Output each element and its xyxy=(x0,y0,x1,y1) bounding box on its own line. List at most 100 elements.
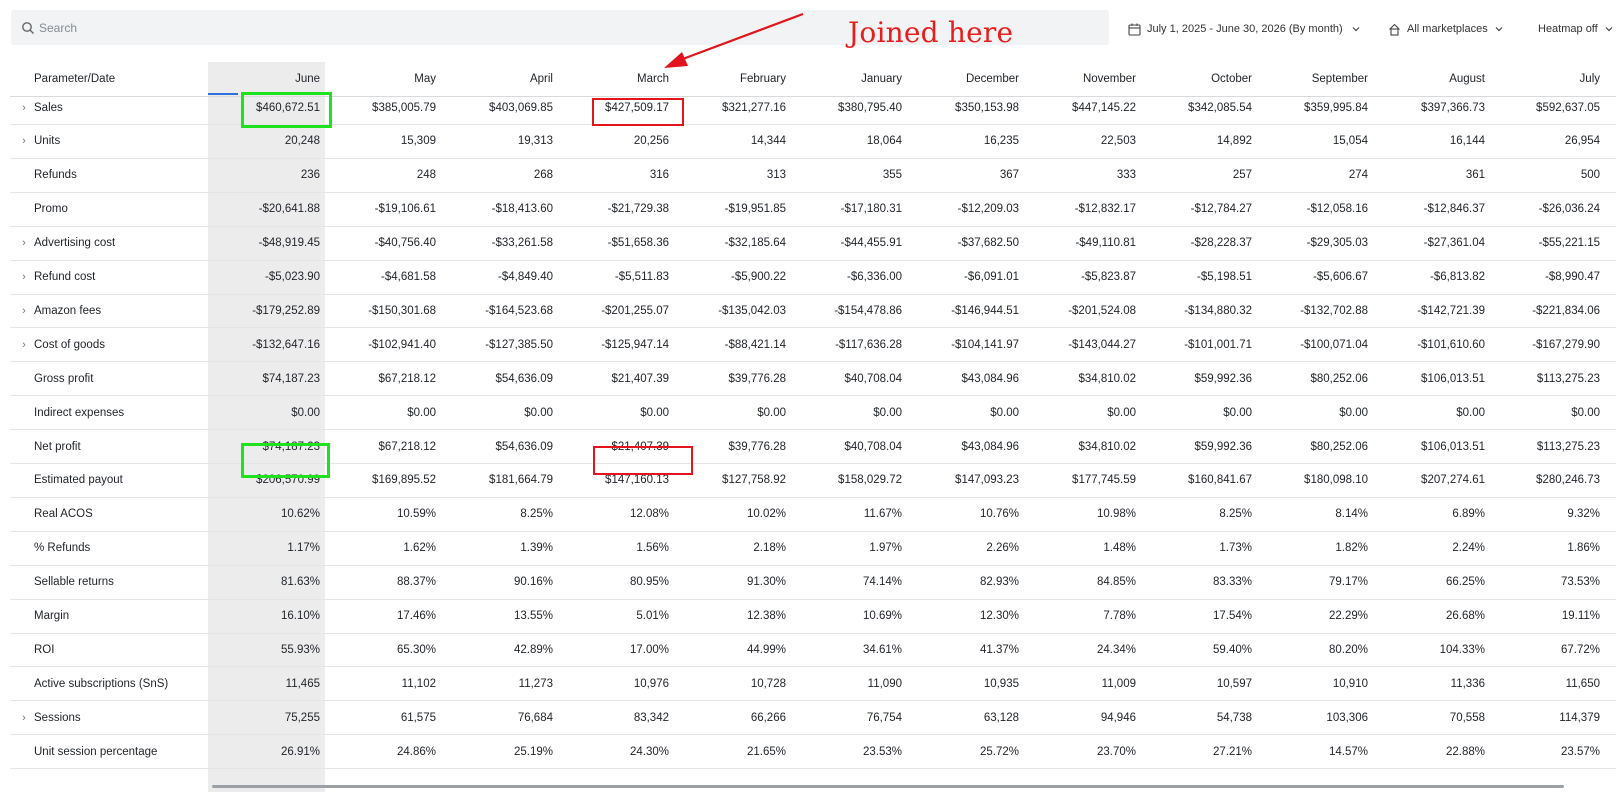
table-cell: $54,636.09 xyxy=(495,440,553,453)
table-cell: $113,275.23 xyxy=(1536,440,1600,453)
table-row: ›Active subscriptions (SnS) 11,465 11,102 1… xyxy=(10,667,1616,702)
table-row[interactable]: › Units 20,248 15,309 19,313 20,256 14,344 18,0… xyxy=(10,125,1616,159)
table-cell: 74.14% xyxy=(862,576,902,589)
table-cell: 19.11% xyxy=(1561,610,1600,622)
table-row[interactable]: › Refund cost -$5,023.90 -$4,681.58 -$4,849.… xyxy=(10,261,1616,295)
row-label-cell: ›Real ACOS xyxy=(10,498,200,531)
table-cell: 65.30% xyxy=(396,643,436,656)
table-cell: 10,597 xyxy=(1216,677,1252,690)
table-cell: -$101,001.71 xyxy=(1184,338,1252,351)
table-cell: 316 xyxy=(649,169,669,182)
table-cell: 82.93% xyxy=(979,576,1019,589)
table-cell: 61,575 xyxy=(400,711,436,724)
chevron-right-icon[interactable]: › xyxy=(18,135,30,147)
table-row[interactable]: › Amazon fees -$179,252.89 -$150,301.68 -$16… xyxy=(10,294,1616,329)
search-placeholder: Search xyxy=(39,20,78,35)
table-cell: $74,187.23 xyxy=(262,440,320,453)
table-cell: 274 xyxy=(1348,169,1368,182)
marketplace-filter[interactable]: All marketplaces xyxy=(1388,17,1504,41)
table-cell: $160,841.67 xyxy=(1188,474,1252,487)
table-cell: 14,344 xyxy=(750,135,786,148)
table-cell: 268 xyxy=(533,169,553,182)
table-cell: $39,776.28 xyxy=(728,372,786,385)
table-cell: 75,255 xyxy=(284,711,320,724)
row-label: Promo xyxy=(34,203,68,216)
table-cell: $321,277.16 xyxy=(722,101,786,114)
marketplace-label: All marketplaces xyxy=(1407,23,1488,35)
annotation-text: Joined here xyxy=(848,16,1014,49)
chevron-right-icon[interactable]: › xyxy=(18,305,30,317)
table-cell: 10,910 xyxy=(1332,677,1368,690)
chevron-right-icon[interactable]: › xyxy=(18,712,30,724)
date-range-filter[interactable]: July 1, 2025 - June 30, 2026 (By month) xyxy=(1128,17,1361,41)
table-cell: $0.00 xyxy=(640,406,669,419)
table-cell: 11,465 xyxy=(285,677,320,690)
row-label: Sales xyxy=(34,101,63,114)
table-cell: -$143,044.27 xyxy=(1068,338,1136,351)
table-cell: 24.30% xyxy=(629,745,669,758)
table-cell: 1.82% xyxy=(1335,542,1368,555)
table-cell: $0.00 xyxy=(407,406,436,419)
row-label-cell[interactable]: › Amazon fees xyxy=(10,294,200,327)
table-cell: $397,366.73 xyxy=(1421,101,1485,114)
table-cell: 14.57% xyxy=(1328,745,1368,758)
row-label: Amazon fees xyxy=(34,304,102,317)
table-cell: 355 xyxy=(882,169,902,182)
table-row: ›Indirect expenses $0.00 $0.00 $0.00 $0.00 $0… xyxy=(10,396,1616,431)
row-label-cell[interactable]: › Refund cost xyxy=(10,261,200,294)
table-cell: $181,664.79 xyxy=(489,474,553,487)
table-cell: $0.00 xyxy=(990,406,1019,419)
heatmap-toggle[interactable]: Heatmap off xyxy=(1538,17,1614,41)
table-row[interactable]: › Advertising cost -$48,919.45 -$40,756.40 -… xyxy=(10,227,1616,261)
row-label-cell[interactable]: › Advertising cost xyxy=(10,227,200,260)
table-row[interactable]: › Sales $460,672.51 $385,005.79 $403,069.85 $… xyxy=(10,91,1616,125)
table-cell: 76,754 xyxy=(866,711,902,724)
table-cell: -$5,900.22 xyxy=(731,271,786,283)
table-cell: 257 xyxy=(1232,169,1252,182)
table-row[interactable]: › Sessions 75,255 61,575 76,684 83,342 66,266 7… xyxy=(10,701,1616,736)
table-cell: $280,246.73 xyxy=(1536,474,1600,487)
table-cell: 11,650 xyxy=(1565,677,1600,690)
row-label-cell[interactable]: › Cost of goods xyxy=(10,328,200,361)
table-cell: 23.57% xyxy=(1560,745,1600,758)
table-cell: -$179,252.89 xyxy=(252,304,320,317)
table-cell: $0.00 xyxy=(873,406,902,419)
table-cell: $59,992.36 xyxy=(1194,372,1252,385)
table-cell: $177,745.59 xyxy=(1072,474,1136,487)
row-label-cell[interactable]: › Sales xyxy=(10,91,200,124)
table-cell: $380,795.40 xyxy=(838,101,902,114)
table-cell: 22,503 xyxy=(1100,135,1136,148)
table-cell: $147,160.13 xyxy=(605,474,669,487)
table-cell: $0.00 xyxy=(1571,406,1600,419)
table-cell: 44.99% xyxy=(746,643,786,656)
table-cell: $34,810.02 xyxy=(1078,440,1136,453)
row-label-cell: ›Unit session percentage xyxy=(10,735,200,768)
table-cell: $54,636.09 xyxy=(495,372,553,385)
row-label-cell[interactable]: › Sessions xyxy=(10,701,200,734)
table-cell: -$28,228.37 xyxy=(1190,237,1252,250)
table-cell: $403,069.85 xyxy=(489,101,553,114)
table-cell: 73.53% xyxy=(1560,576,1600,589)
table-cell: 8.14% xyxy=(1335,508,1368,521)
row-label-cell[interactable]: › Units xyxy=(10,125,200,158)
table-cell: 17.46% xyxy=(396,610,436,622)
table-cell: 88.37% xyxy=(396,576,436,589)
chevron-right-icon[interactable]: › xyxy=(18,102,30,114)
chevron-right-icon[interactable]: › xyxy=(18,237,30,249)
horizontal-scrollbar[interactable] xyxy=(212,785,1564,788)
row-label: Margin xyxy=(34,610,70,622)
table-cell: 2.18% xyxy=(753,542,786,555)
table-cell: 1.17% xyxy=(287,542,320,555)
table-cell: -$19,951.85 xyxy=(724,203,786,216)
table-row[interactable]: › Cost of goods -$132,647.16 -$102,941.40 -$… xyxy=(10,328,1616,363)
table-cell: $0.00 xyxy=(1456,406,1485,419)
table-cell: 248 xyxy=(416,169,436,182)
table-cell: 25.19% xyxy=(513,745,553,758)
table-cell: 1.39% xyxy=(520,542,553,555)
table-cell: 42.89% xyxy=(513,643,553,656)
table-cell: $0.00 xyxy=(291,406,320,419)
table-row: ›Unit session percentage 26.91% 24.86% 25.1… xyxy=(10,735,1616,770)
chevron-right-icon[interactable]: › xyxy=(18,271,30,283)
table-cell: $67,218.12 xyxy=(378,440,436,453)
chevron-right-icon[interactable]: › xyxy=(18,339,30,351)
